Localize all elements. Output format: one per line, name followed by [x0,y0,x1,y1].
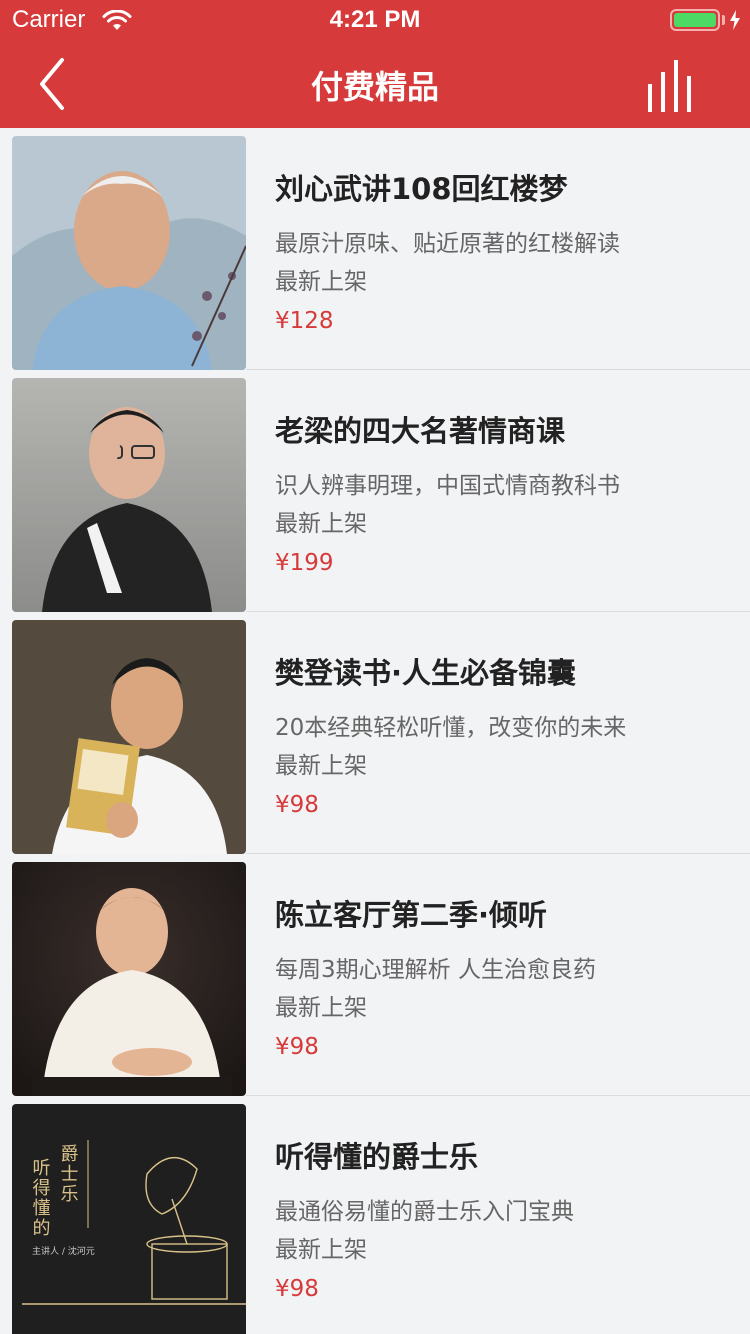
status-bar: Carrier 4:21 PM [0,0,750,40]
cover-image [12,136,246,370]
audio-bars-icon [648,60,691,112]
cover-credit: 主讲人 / 沈河元 [32,1245,95,1257]
cover-image [12,620,246,854]
item-title: 老梁的四大名著情商课 [275,414,566,448]
cover-image [12,862,246,1096]
nav-bar: 付费精品 [0,40,750,128]
item-title: 听得懂的爵士乐 [275,1140,479,1174]
cover-image [12,378,246,612]
item-tag: 最新上架 [275,753,367,779]
item-price: ¥199 [275,550,334,576]
item-description: 识人辨事明理，中国式情商教科书 [275,473,620,499]
status-time: 4:21 PM [329,6,421,33]
item-description: 20本经典轻松听懂，改变你的未来 [275,715,627,741]
item-price: ¥98 [275,1034,319,1060]
cover-image: 听得懂的 爵士乐 主讲人 / 沈河元 [12,1104,246,1334]
charging-bolt-icon [730,10,740,30]
page-title: 付费精品 [310,68,439,106]
cover-title-col1: 听得懂的 [30,1158,51,1238]
battery-level [674,13,716,27]
item-tag: 最新上架 [275,995,367,1021]
now-playing-button[interactable] [640,58,704,114]
item-title: 刘心武讲108回红楼梦 [275,172,568,206]
list-item[interactable]: 听得懂的 爵士乐 主讲人 / 沈河元 听得懂的爵士乐 最通俗易懂的爵士乐入门宝典… [0,1096,750,1334]
list-item[interactable]: 陈立客厅第二季·倾听 每周3期心理解析 人生治愈良药 最新上架 ¥98 [0,854,750,1096]
battery-icon [670,9,720,31]
item-description: 每周3期心理解析 人生治愈良药 [275,957,596,983]
item-price: ¥98 [275,792,319,818]
item-title: 樊登读书·人生必备锦囊 [275,656,577,690]
product-list: 刘心武讲108回红楼梦 最原汁原味、贴近原著的红楼解读 最新上架 ¥128 老梁… [0,128,750,1334]
item-tag: 最新上架 [275,1237,367,1263]
app-header: Carrier 4:21 PM 付费精品 [0,0,750,128]
list-item[interactable]: 樊登读书·人生必备锦囊 20本经典轻松听懂，改变你的未来 最新上架 ¥98 [0,612,750,854]
list-item[interactable]: 老梁的四大名著情商课 识人辨事明理，中国式情商教科书 最新上架 ¥199 [0,370,750,612]
item-title: 陈立客厅第二季·倾听 [275,898,548,932]
item-tag: 最新上架 [275,511,367,537]
item-description: 最原汁原味、贴近原著的红楼解读 [275,231,620,257]
item-description: 最通俗易懂的爵士乐入门宝典 [275,1199,574,1225]
list-item[interactable]: 刘心武讲108回红楼梦 最原汁原味、贴近原著的红楼解读 最新上架 ¥128 [0,128,750,370]
item-price: ¥128 [275,308,334,334]
item-price: ¥98 [275,1276,319,1302]
cover-title-col2: 爵士乐 [58,1144,79,1204]
battery-nub [722,15,725,25]
item-tag: 最新上架 [275,269,367,295]
